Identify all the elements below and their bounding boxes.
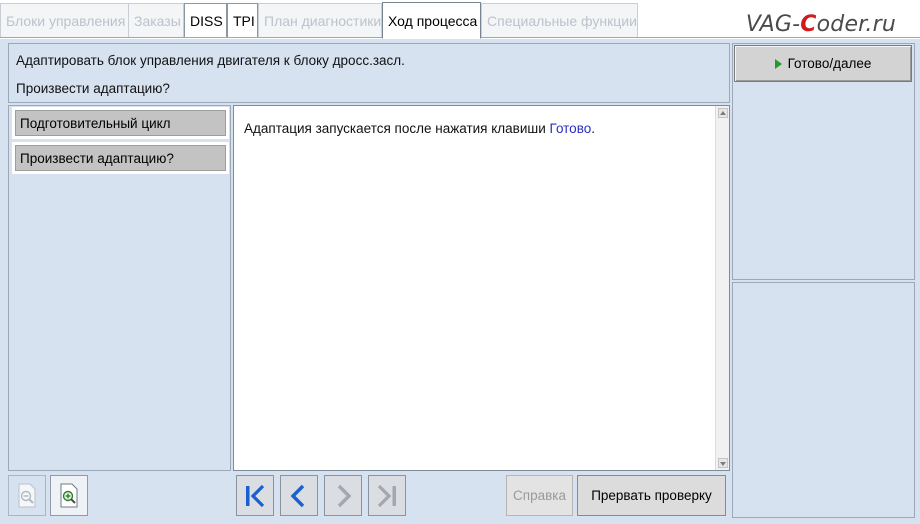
scroll-down-arrow[interactable] [718, 458, 728, 468]
tab-process-progress[interactable]: Ход процесса [382, 2, 481, 39]
scroll-up-arrow[interactable] [718, 108, 728, 118]
ready-next-button[interactable]: Готово/далее [734, 45, 912, 82]
instruction-text: Адаптация запускается после нажатия клав… [244, 121, 595, 136]
procedure-header: Адаптировать блок управления двигателя к… [8, 43, 730, 103]
watermark-prefix: VAG- [745, 12, 801, 37]
procedure-question: Произвести адаптацию? [16, 81, 170, 96]
step-item-adaptation[interactable]: Произвести адаптацию? [12, 142, 229, 174]
ready-next-label: Готово/далее [787, 56, 872, 71]
watermark-logo: VAG-Coder.ru [746, 12, 896, 37]
chevron-right-icon [337, 484, 352, 507]
step-item-preparation[interactable]: Подготовительный цикл [12, 107, 229, 139]
last-step-button[interactable] [368, 475, 406, 516]
watermark-accent: C [800, 12, 817, 37]
zoom-out-icon [18, 483, 36, 507]
tab-diagnostic-plan[interactable]: План диагностики [258, 3, 382, 37]
zoom-in-button[interactable] [50, 475, 88, 516]
instruction-text-main: Адаптация запускается после нажатия клав… [244, 121, 550, 136]
tab-orders[interactable]: Заказы [128, 3, 184, 37]
chevron-left-icon [290, 484, 305, 507]
first-step-button[interactable] [236, 475, 274, 516]
tab-bar: Блоки управления Заказы DISS TPI План ди… [0, 0, 920, 39]
watermark-suffix: oder.ru [816, 12, 896, 37]
step-label: Подготовительный цикл [15, 110, 226, 136]
instruction-text-end: . [591, 121, 595, 136]
skip-to-end-icon [377, 484, 396, 507]
tab-special-functions[interactable]: Специальные функции [481, 3, 638, 37]
help-button[interactable]: Справка [506, 475, 573, 516]
tab-diss[interactable]: DISS [184, 3, 227, 37]
abort-test-button[interactable]: Прервать проверку [577, 475, 726, 516]
right-info-panel [732, 282, 915, 518]
ready-link[interactable]: Готово [550, 121, 592, 136]
step-label: Произвести адаптацию? [15, 145, 226, 171]
instruction-panel: Адаптация запускается после нажатия клав… [233, 105, 730, 471]
tab-tpi[interactable]: TPI [227, 3, 258, 37]
steps-panel: Подготовительный цикл Произвести адаптац… [8, 105, 231, 471]
forward-button[interactable] [324, 475, 362, 516]
vertical-scrollbar[interactable] [715, 106, 729, 470]
back-button[interactable] [280, 475, 318, 516]
skip-to-start-icon [246, 484, 265, 507]
zoom-in-icon [60, 483, 78, 507]
tab-control-units[interactable]: Блоки управления [0, 3, 130, 37]
procedure-title: Адаптировать блок управления двигателя к… [16, 53, 405, 68]
play-icon [774, 58, 782, 69]
zoom-out-button[interactable] [8, 475, 46, 516]
